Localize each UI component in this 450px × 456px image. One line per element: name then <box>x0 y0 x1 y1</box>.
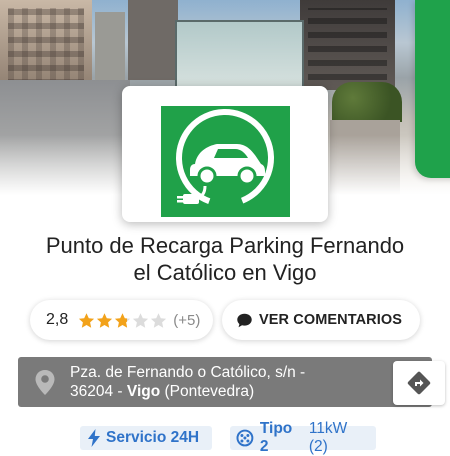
electric-car-plug-icon <box>161 106 290 217</box>
rating-value: 2,8 <box>46 311 69 328</box>
address-box: Pza. de Fernando o Católico, s/n - 36204… <box>18 357 445 407</box>
next-card-peek[interactable] <box>415 0 450 178</box>
station-title-line2: el Católico en Vigo <box>133 260 317 285</box>
feature-connector-label: Tipo 2 <box>259 420 293 455</box>
rating-count: (+5) <box>173 311 201 329</box>
directions-icon <box>407 371 431 395</box>
star-icon <box>97 312 113 328</box>
star-icon <box>133 312 149 328</box>
feature-connector-type2: Tipo 2 11kW (2) <box>230 420 376 455</box>
star-icon <box>79 312 95 328</box>
lightning-icon <box>88 429 100 447</box>
photo-building <box>128 0 178 80</box>
view-comments-label: VER COMENTARIOS <box>259 312 403 328</box>
type2-connector-icon <box>236 429 254 447</box>
address-city: Vigo <box>126 383 161 400</box>
feature-service-24h: Servicio 24H <box>80 426 212 450</box>
station-title-line1: Punto de Recarga Parking Fernando <box>45 233 405 258</box>
feature-connector-power: 11kW (2) <box>308 420 348 455</box>
address-postal-code: 36204 <box>70 383 114 400</box>
chat-bubble-icon <box>237 313 252 327</box>
address-province: (Pontevedra) <box>164 383 255 400</box>
address-separator: - <box>113 383 127 400</box>
view-comments-button[interactable]: VER COMENTARIOS <box>222 300 420 340</box>
station-title: Punto de Recarga Parking Fernando el Cat… <box>0 232 450 286</box>
star-icon <box>115 312 131 328</box>
photo-kiosk <box>175 20 304 94</box>
location-pin-icon <box>35 370 55 395</box>
address-line2: 36204 - Vigo (Pontevedra) <box>70 382 370 401</box>
address-text: Pza. de Fernando o Católico, s/n - 36204… <box>70 363 370 401</box>
address-line1: Pza. de Fernando o Católico, s/n - <box>70 364 306 381</box>
photo-building <box>95 12 125 82</box>
directions-button[interactable] <box>393 361 445 405</box>
rating-button[interactable]: 2,8 (+5) <box>30 300 213 340</box>
feature-service-label: Servicio 24H <box>106 429 200 446</box>
photo-building <box>300 0 395 90</box>
star-icon <box>151 312 167 328</box>
photo-bush <box>332 82 402 122</box>
station-logo-card <box>122 86 328 222</box>
rating-stars <box>78 312 167 329</box>
